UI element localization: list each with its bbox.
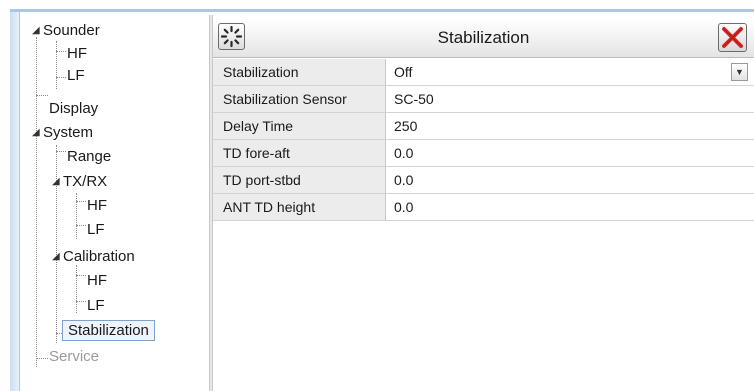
tree-item-label: Stabilization <box>62 320 155 341</box>
tree-item-stabilization[interactable]: Stabilization <box>62 320 155 342</box>
tree-item-label: System <box>43 124 94 141</box>
tree-item-label: LF <box>87 297 105 314</box>
tree-item-label: LF <box>87 221 105 238</box>
tree-item-label: TX/RX <box>63 173 108 190</box>
setting-name: Stabilization Sensor <box>213 86 386 112</box>
tree-item-calibration-lf[interactable]: LF <box>84 295 108 317</box>
setting-value-field[interactable]: 0.0 <box>387 140 754 166</box>
expand-arrow-icon[interactable]: ◢ <box>32 20 40 42</box>
setting-row-td-fore-aft: TD fore-aft 0.0 <box>213 140 754 167</box>
stabilization-select[interactable]: Off ▼ <box>387 59 754 85</box>
tree-item-sounder[interactable]: Sounder <box>40 20 103 42</box>
setting-row-ant-td-height: ANT TD height 0.0 <box>213 194 754 221</box>
tree-item-label: Sounder <box>43 22 100 39</box>
tree-item-system[interactable]: System <box>40 122 96 144</box>
expand-arrow-icon[interactable]: ◢ <box>52 246 60 268</box>
tree-item-label: LF <box>67 67 85 84</box>
setting-name: TD port-stbd <box>213 167 386 193</box>
tree-item-label: Calibration <box>63 248 135 265</box>
setting-value-field[interactable]: 0.0 <box>387 167 754 193</box>
tree-item-label: Display <box>49 100 99 117</box>
stabilization-panel: Stabilization Stabilization Off ▼ Stabil… <box>213 19 754 391</box>
tree-item-sounder-lf[interactable]: LF <box>64 65 88 87</box>
tree-item-txrx[interactable]: TX/RX <box>60 171 110 193</box>
setting-row-stabilization-sensor: Stabilization Sensor SC-50 <box>213 86 754 113</box>
tree-item-sounder-hf[interactable]: HF <box>64 43 90 65</box>
tree-item-txrx-hf[interactable]: HF <box>84 195 110 217</box>
setting-name: ANT TD height <box>213 194 386 220</box>
setting-row-td-port-stbd: TD port-stbd 0.0 <box>213 167 754 194</box>
setting-name: TD fore-aft <box>213 140 386 166</box>
close-icon <box>722 27 743 48</box>
tree-item-calibration[interactable]: Calibration <box>60 246 138 268</box>
tree-item-range[interactable]: Range <box>64 146 114 168</box>
setting-name: Delay Time <box>213 113 386 139</box>
setting-value-field[interactable]: 250 <box>387 113 754 139</box>
setting-name: Stabilization <box>213 59 386 85</box>
tree-item-txrx-lf[interactable]: LF <box>84 219 108 241</box>
setting-value: Off <box>394 64 413 80</box>
tree-item-label: HF <box>67 45 87 62</box>
chevron-down-icon[interactable]: ▼ <box>731 63 748 81</box>
close-button[interactable] <box>718 23 747 52</box>
panel-title: Stabilization <box>437 28 530 47</box>
setting-row-delay-time: Delay Time 250 <box>213 113 754 140</box>
window-left-edge <box>10 12 20 391</box>
settings-tree: ◢ Sounder HF LF Display ◢ System Range ◢… <box>20 15 210 391</box>
panel-titlebar: Stabilization <box>213 19 754 58</box>
tree-item-label: Service <box>49 348 100 365</box>
setting-value-field[interactable]: 0.0 <box>387 194 754 220</box>
tree-root-line <box>36 37 37 367</box>
tree-item-display[interactable]: Display <box>46 98 101 120</box>
expand-arrow-icon[interactable]: ◢ <box>32 122 40 144</box>
tree-item-label: HF <box>87 197 107 214</box>
settings-grid: Stabilization Off ▼ Stabilization Sensor… <box>213 59 754 221</box>
window-top-edge <box>0 0 754 12</box>
tree-item-service[interactable]: Service <box>46 346 102 368</box>
expand-arrow-icon[interactable]: ◢ <box>52 171 60 193</box>
setting-value-field[interactable]: SC-50 <box>387 86 754 112</box>
setting-row-stabilization: Stabilization Off ▼ <box>213 59 754 86</box>
tree-item-label: Range <box>67 148 112 165</box>
tree-item-calibration-hf[interactable]: HF <box>84 270 110 292</box>
tree-item-label: HF <box>87 272 107 289</box>
